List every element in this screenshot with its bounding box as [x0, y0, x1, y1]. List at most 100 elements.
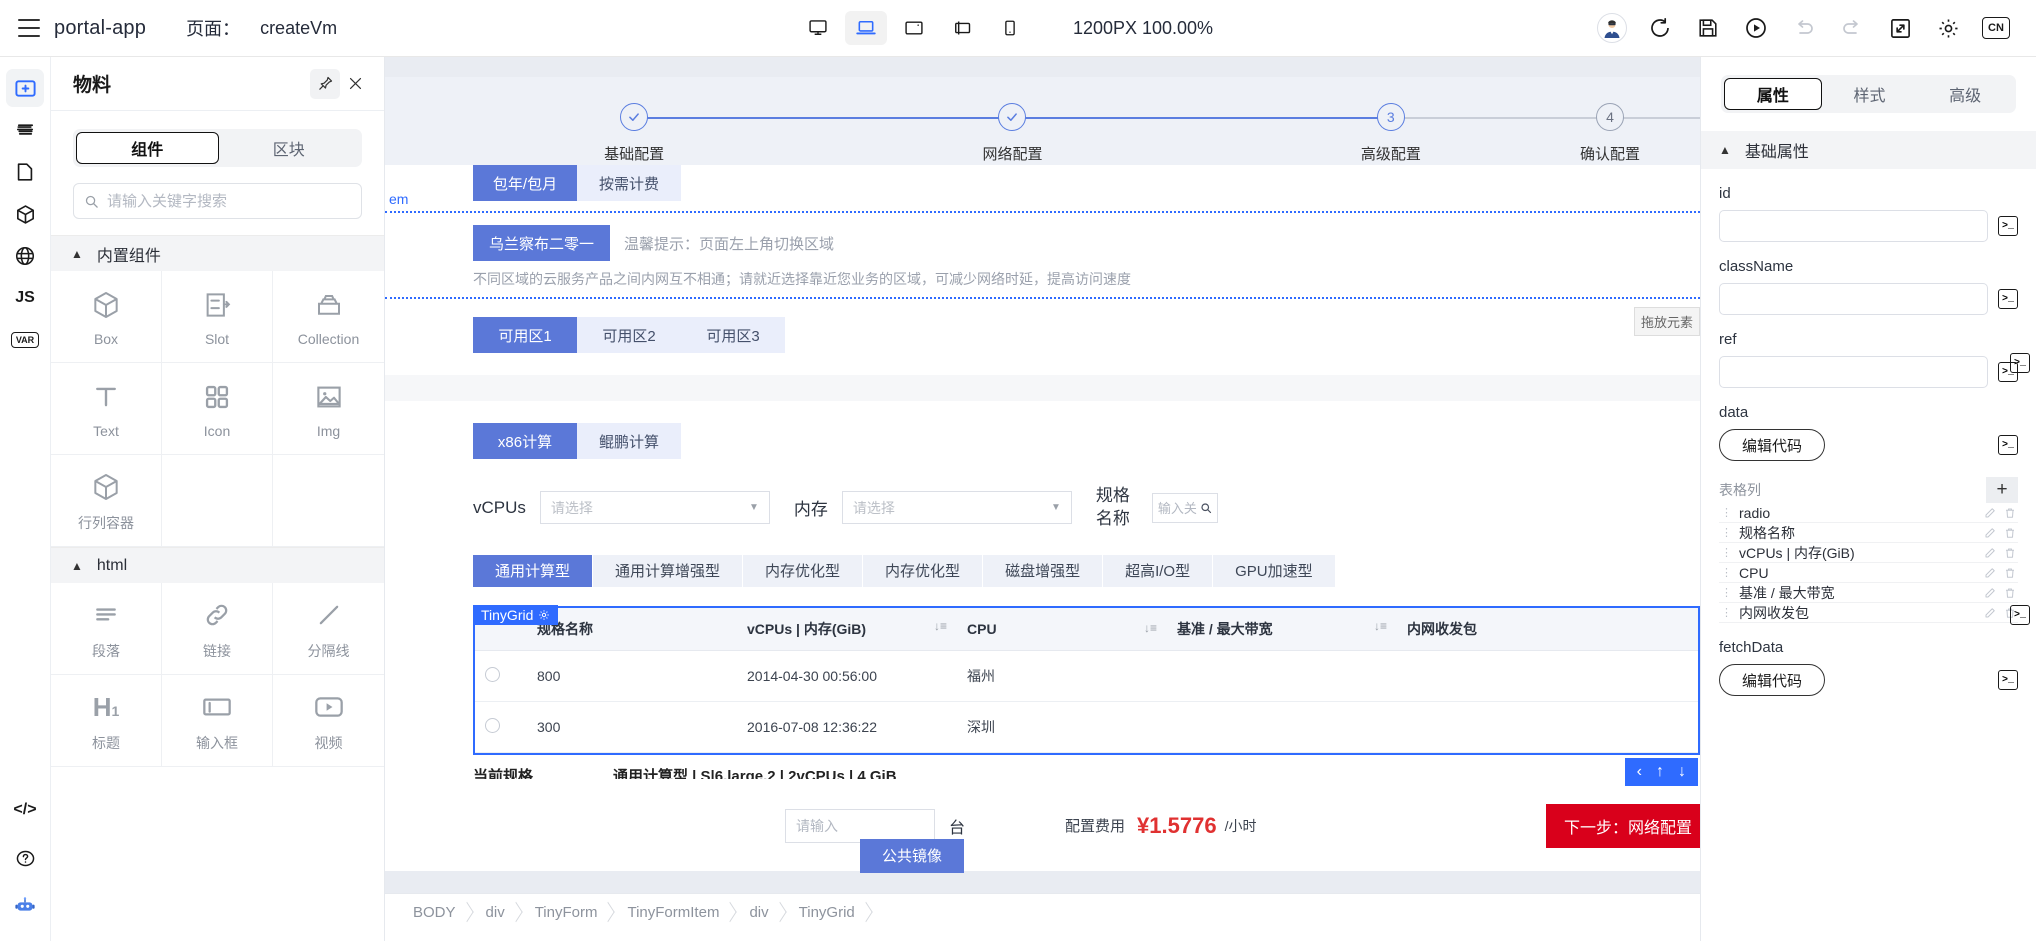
type-tab-1[interactable]: 通用计算增强型	[593, 554, 744, 587]
material-item-slot[interactable]: Slot	[162, 271, 273, 363]
pin-icon[interactable]	[310, 68, 340, 99]
zone-2[interactable]: 可用区2	[577, 317, 681, 353]
sort-icon[interactable]: ↓≡	[1374, 619, 1387, 633]
robot-icon[interactable]	[6, 887, 44, 925]
help-icon[interactable]	[6, 839, 44, 877]
material-item-img[interactable]: Img	[273, 363, 384, 455]
grid-up-button[interactable]: ↑	[1656, 763, 1664, 781]
material-item-icon[interactable]: Icon	[162, 363, 273, 455]
list-item[interactable]: ⋮ vCPUs | 内存(GiB)	[1719, 543, 2018, 563]
billing-mode-ondemand[interactable]: 按需计费	[577, 165, 681, 201]
table-row[interactable]: 800 2014-04-30 00:56:00 福州	[475, 650, 1698, 702]
code-icon[interactable]: </>	[6, 791, 44, 829]
material-item-divider[interactable]: 分隔线	[273, 583, 384, 675]
type-tab-6[interactable]: GPU加速型	[1213, 554, 1336, 587]
terminal-icon[interactable]: >_	[1998, 289, 2018, 309]
grid-prev-button[interactable]: ‹	[1637, 763, 1642, 781]
edit-code-button-fetchdata[interactable]: 编辑代码	[1719, 664, 1826, 696]
vcpus-select[interactable]: 请选择 ▼	[539, 491, 770, 525]
drag-handle-icon[interactable]: ⋮	[1721, 586, 1732, 599]
terminal-icon[interactable]: >_	[1998, 435, 2018, 455]
cell-radio[interactable]	[475, 650, 527, 702]
billing-mode-yearly[interactable]: 包年/包月	[473, 165, 577, 201]
radio-icon[interactable]	[485, 717, 500, 733]
save-icon[interactable]	[1686, 8, 1730, 48]
search-input[interactable]	[107, 192, 351, 210]
drag-handle-icon[interactable]: ⋮	[1721, 566, 1732, 579]
tab-components[interactable]: 组件	[76, 132, 219, 164]
material-search[interactable]	[73, 183, 362, 219]
pencil-icon[interactable]	[1984, 547, 1996, 559]
close-icon[interactable]	[340, 69, 370, 99]
sort-icon[interactable]: ↓≡	[1144, 621, 1157, 635]
material-item-input[interactable]: 输入框	[162, 675, 273, 767]
list-item[interactable]: ⋮ 规格名称	[1719, 523, 2018, 543]
id-input[interactable]	[1719, 210, 1988, 242]
edit-code-button-data[interactable]: 编辑代码	[1719, 429, 1826, 461]
gear-icon[interactable]	[1926, 8, 1970, 48]
redo-icon[interactable]	[1830, 8, 1874, 48]
tablet-icon[interactable]	[893, 11, 935, 45]
sort-icon[interactable]: ↓≡	[934, 619, 947, 633]
tab-props[interactable]: 属性	[1724, 78, 1822, 110]
pencil-icon[interactable]	[1984, 567, 1996, 579]
rail-item-scripts[interactable]: JS	[6, 279, 44, 317]
breadcrumb-item-tinyformitem[interactable]: TinyFormItem	[613, 894, 735, 931]
region-button[interactable]: 乌兰察布二零一	[473, 225, 611, 261]
material-item-heading[interactable]: H1 标题	[51, 675, 162, 767]
step-4[interactable]: 4 确认配置	[1580, 103, 1640, 164]
tab-blocks[interactable]: 区块	[219, 132, 360, 164]
type-tab-2[interactable]: 内存优化型	[743, 554, 864, 587]
laptop-icon[interactable]	[844, 11, 887, 45]
material-item-video[interactable]: 视频	[273, 675, 384, 767]
terminal-icon-floating-1[interactable]: >_	[2010, 353, 2030, 373]
step-2[interactable]: 网络配置	[823, 103, 1391, 164]
cell-radio[interactable]	[475, 701, 527, 753]
user-avatar[interactable]	[1590, 8, 1634, 48]
list-item[interactable]: ⋮ 基准 / 最大带宽	[1719, 583, 2018, 603]
group-header-html[interactable]: ▲ html	[51, 547, 384, 583]
radio-icon[interactable]	[485, 666, 500, 682]
trash-icon[interactable]	[2004, 587, 2016, 599]
zone-3[interactable]: 可用区3	[681, 317, 785, 353]
mobile-icon[interactable]	[989, 11, 1031, 45]
terminal-icon-floating-2[interactable]: >_	[2010, 605, 2030, 625]
type-tab-5[interactable]: 超高I/O型	[1103, 554, 1214, 587]
breadcrumb-item-div[interactable]: div	[472, 894, 521, 931]
classname-input[interactable]	[1719, 283, 1988, 315]
grid-down-button[interactable]: ↓	[1678, 763, 1686, 781]
breadcrumb-item-tinyform[interactable]: TinyForm	[521, 894, 614, 931]
section-basic-props[interactable]: ▲ 基础属性	[1701, 131, 2036, 169]
trash-icon[interactable]	[2004, 567, 2016, 579]
rail-item-page[interactable]	[6, 153, 44, 191]
plus-icon[interactable]: +	[1986, 477, 2018, 503]
desktop-icon[interactable]	[797, 11, 839, 45]
trash-icon[interactable]	[2004, 527, 2016, 539]
undo-icon[interactable]	[1782, 8, 1826, 48]
pencil-icon[interactable]	[1984, 507, 1996, 519]
rail-item-blocks[interactable]	[6, 195, 44, 233]
next-step-button[interactable]: 下一步：网络配置	[1545, 803, 1700, 848]
material-item-paragraph[interactable]: 段落	[51, 583, 162, 675]
arch-kunpeng[interactable]: 鲲鹏计算	[577, 423, 681, 459]
drag-handle-icon[interactable]: ⋮	[1721, 526, 1732, 539]
table-row[interactable]: 300 2016-07-08 12:36:22 深圳	[475, 701, 1698, 753]
tab-styles[interactable]: 样式	[1822, 78, 1918, 110]
type-tab-0[interactable]: 通用计算型	[473, 554, 594, 587]
ref-input[interactable]	[1719, 356, 1988, 388]
type-tab-4[interactable]: 磁盘增强型	[983, 554, 1104, 587]
breadcrumb-item-div2[interactable]: div	[735, 894, 784, 931]
tablet-landscape-icon[interactable]	[941, 11, 983, 45]
step-3[interactable]: 3 高级配置	[1202, 103, 1700, 164]
play-icon[interactable]	[1734, 8, 1778, 48]
drag-handle-icon[interactable]: ⋮	[1721, 606, 1732, 619]
terminal-icon[interactable]: >_	[1998, 670, 2018, 690]
rail-item-outline[interactable]	[6, 111, 44, 149]
rail-item-variables[interactable]: VAR	[6, 321, 44, 359]
material-item-link[interactable]: 链接	[162, 583, 273, 675]
breadcrumb-item-body[interactable]: BODY	[399, 894, 472, 931]
material-item-collection[interactable]: Collection	[273, 271, 384, 363]
material-item-box[interactable]: Box	[51, 271, 162, 363]
step-1[interactable]: 基础配置	[445, 103, 1013, 164]
public-image-button[interactable]: 公共镜像	[860, 838, 964, 873]
